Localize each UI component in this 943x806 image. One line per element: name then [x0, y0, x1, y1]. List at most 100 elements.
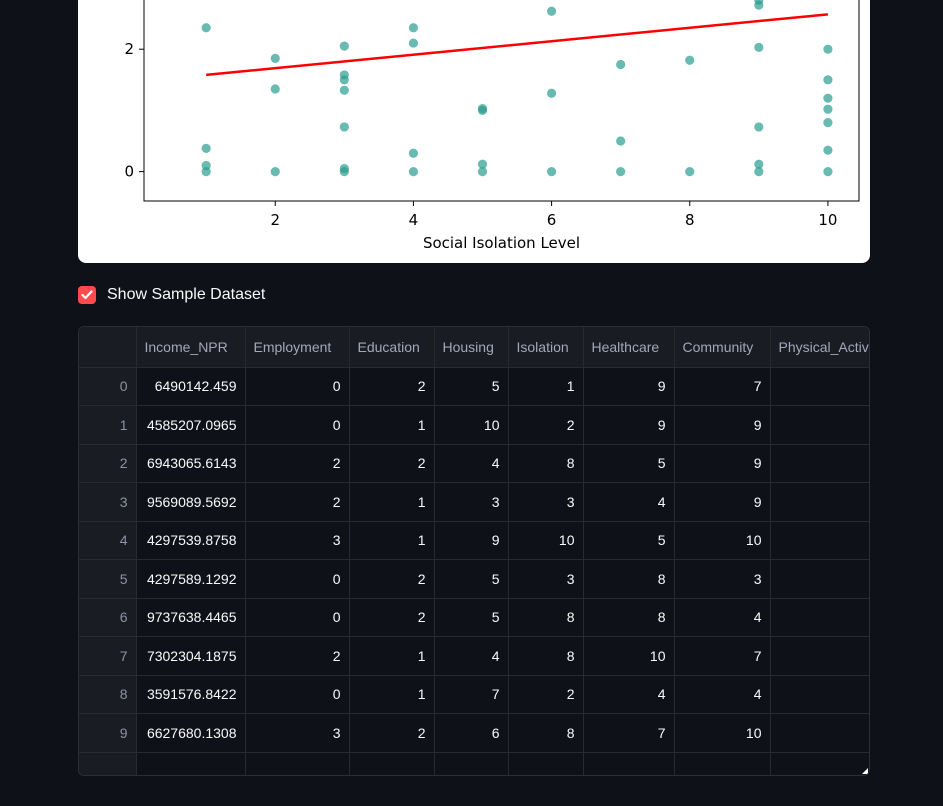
table-row[interactable]: 4 4297539.8758 3 1 9 10 5 10	[79, 521, 869, 560]
table-cell[interactable]: 4	[583, 675, 675, 714]
table-cell[interactable]: 0	[245, 405, 350, 445]
resize-handle-icon[interactable]	[862, 768, 868, 774]
table-cell[interactable]	[245, 752, 350, 775]
table-cell[interactable]: 2	[245, 482, 350, 522]
table-cell[interactable]: 4585207.0965	[136, 405, 246, 445]
table-cell[interactable]: 8	[583, 598, 675, 637]
table-cell[interactable]: 0	[245, 367, 350, 406]
table-cell[interactable]: 2	[508, 675, 584, 714]
column-header[interactable]: Employment	[245, 327, 350, 368]
table-cell[interactable]: 0	[245, 675, 350, 714]
table-cell[interactable]: 3	[434, 482, 509, 522]
column-header[interactable]: Isolation	[508, 327, 584, 368]
row-index-cell[interactable]: 3	[79, 482, 137, 522]
table-cell[interactable]: 7	[674, 367, 771, 406]
table-cell[interactable]: 5	[434, 367, 509, 406]
table-cell[interactable]	[770, 752, 869, 775]
table-cell[interactable]	[508, 752, 584, 775]
table-cell[interactable]: 10	[674, 521, 771, 560]
column-header[interactable]: Housing	[434, 327, 509, 368]
table-cell[interactable]	[583, 752, 675, 775]
table-cell[interactable]	[434, 752, 509, 775]
table-cell[interactable]	[770, 713, 869, 753]
table-cell[interactable]: 10	[508, 521, 584, 560]
table-cell[interactable]: 1	[508, 367, 584, 406]
checkbox-checked-icon[interactable]	[78, 286, 96, 304]
table-cell[interactable]	[770, 598, 869, 637]
table-cell[interactable]: 2	[349, 444, 435, 483]
table-cell[interactable]	[770, 367, 869, 406]
table-cell[interactable]: 2	[349, 367, 435, 406]
table-cell[interactable]: 4	[434, 444, 509, 483]
table-cell[interactable]: 3591576.8422	[136, 675, 246, 714]
table-row[interactable]: 1 4585207.0965 0 1 10 2 9 9	[79, 405, 869, 445]
table-cell[interactable]: 10	[434, 405, 509, 445]
column-header[interactable]: Physical_Activity	[770, 327, 869, 368]
row-index-cell[interactable]: 8	[79, 675, 137, 714]
table-cell[interactable]: 5	[434, 598, 509, 637]
table-cell[interactable]: 2	[508, 405, 584, 445]
table-row[interactable]: 3 9569089.5692 2 1 3 3 4 9	[79, 482, 869, 522]
table-cell[interactable]: 1	[349, 521, 435, 560]
table-cell[interactable]: 1	[349, 675, 435, 714]
table-cell[interactable]: 7302304.1875	[136, 636, 246, 676]
table-cell[interactable]: 4297539.8758	[136, 521, 246, 560]
row-index-cell[interactable]: 6	[79, 598, 137, 637]
table-cell[interactable]: 9	[674, 405, 771, 445]
table-cell[interactable]: 1	[349, 482, 435, 522]
table-cell[interactable]: 8	[508, 636, 584, 676]
table-row[interactable]: 9 6627680.1308 3 2 6 8 7 10	[79, 713, 869, 753]
table-cell[interactable]: 1	[349, 405, 435, 445]
column-header[interactable]: Education	[349, 327, 435, 368]
table-cell[interactable]: 9	[583, 367, 675, 406]
table-cell[interactable]	[770, 559, 869, 599]
table-cell[interactable]: 9	[674, 482, 771, 522]
row-index-cell[interactable]: 7	[79, 636, 137, 676]
row-index-cell[interactable]	[79, 752, 137, 775]
table-cell[interactable]: 8	[508, 713, 584, 753]
table-cell[interactable]: 7	[434, 675, 509, 714]
table-cell[interactable]: 1	[349, 636, 435, 676]
table-cell[interactable]: 2	[245, 444, 350, 483]
table-cell[interactable]: 8	[508, 444, 584, 483]
table-row[interactable]: 7 7302304.1875 2 1 4 8 10 7	[79, 636, 869, 676]
table-cell[interactable]: 9569089.5692	[136, 482, 246, 522]
column-header[interactable]: Healthcare	[583, 327, 675, 368]
table-cell[interactable]	[770, 636, 869, 676]
table-cell[interactable]: 9737638.4465	[136, 598, 246, 637]
row-index-cell[interactable]: 2	[79, 444, 137, 483]
table-cell[interactable]: 5	[434, 559, 509, 599]
row-index-cell[interactable]: 0	[79, 367, 137, 406]
table-cell[interactable]: 0	[245, 559, 350, 599]
table-row[interactable]: 0 6490142.459 0 2 5 1 9 7	[79, 367, 869, 406]
table-cell[interactable]: 10	[583, 636, 675, 676]
table-cell[interactable]: 3	[245, 521, 350, 560]
table-cell[interactable]: 9	[434, 521, 509, 560]
table-cell[interactable]: 7	[674, 636, 771, 676]
table-cell[interactable]	[349, 752, 435, 775]
table-cell[interactable]: 4	[674, 675, 771, 714]
table-row[interactable]: 6 9737638.4465 0 2 5 8 8 4	[79, 598, 869, 637]
table-cell[interactable]	[770, 482, 869, 522]
column-header[interactable]: Community	[674, 327, 771, 368]
table-cell[interactable]: 6	[434, 713, 509, 753]
table-row[interactable]: 2 6943065.6143 2 2 4 8 5 9	[79, 444, 869, 483]
table-cell[interactable]: 2	[349, 559, 435, 599]
table-cell[interactable]: 3	[508, 559, 584, 599]
table-cell[interactable]: 5	[583, 444, 675, 483]
table-row[interactable]: 8 3591576.8422 0 1 7 2 4 4	[79, 675, 869, 714]
table-cell[interactable]	[770, 444, 869, 483]
table-cell[interactable]: 6627680.1308	[136, 713, 246, 753]
row-index-cell[interactable]: 9	[79, 713, 137, 753]
table-cell[interactable]: 4	[674, 598, 771, 637]
table-cell[interactable]: 3	[245, 713, 350, 753]
table-cell[interactable]: 0	[245, 598, 350, 637]
table-cell[interactable]: 9	[674, 444, 771, 483]
table-cell[interactable]: 6490142.459	[136, 367, 246, 406]
table-cell[interactable]: 6943065.6143	[136, 444, 246, 483]
table-cell[interactable]: 3	[508, 482, 584, 522]
table-cell[interactable]: 4	[434, 636, 509, 676]
table-cell[interactable]	[674, 752, 771, 775]
table-cell[interactable]: 8	[508, 598, 584, 637]
row-index-cell[interactable]: 5	[79, 559, 137, 599]
